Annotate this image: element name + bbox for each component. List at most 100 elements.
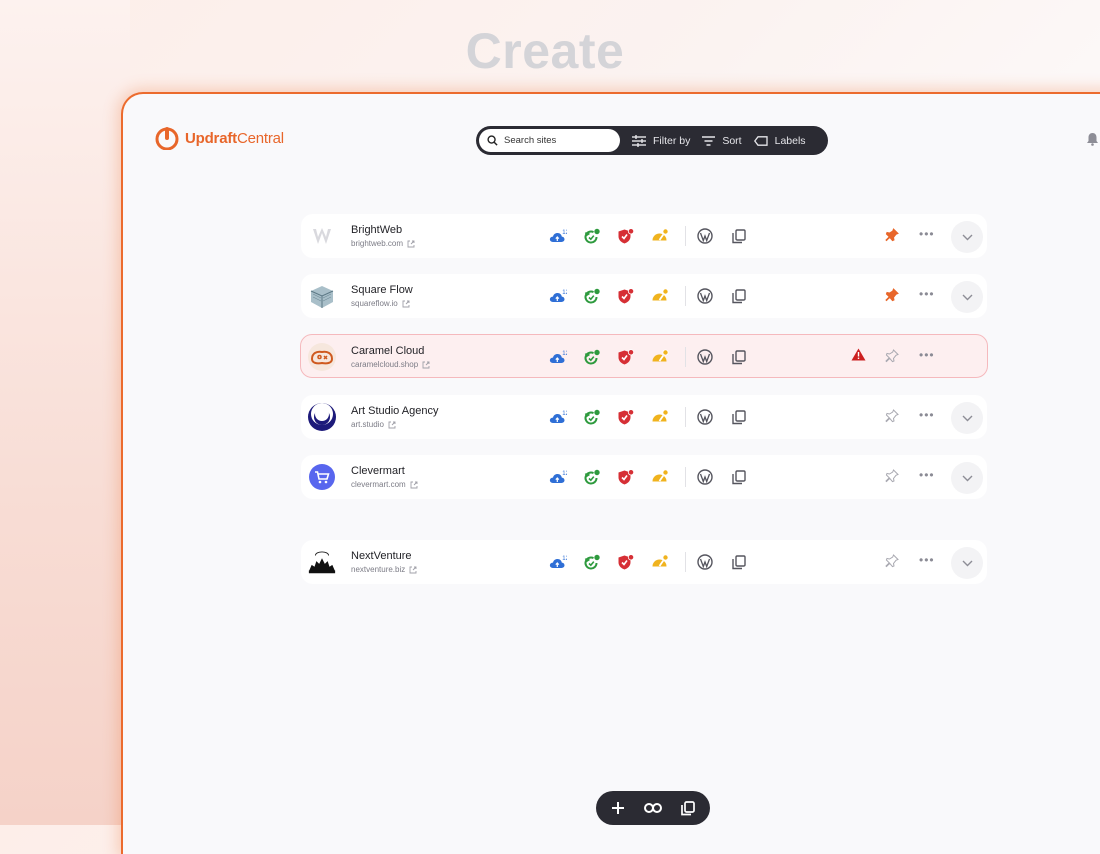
labels-button[interactable]: Labels [753,134,806,147]
more-options-icon[interactable]: ••• [919,287,935,301]
clone-icon[interactable] [728,466,750,488]
wordpress-icon[interactable] [694,225,716,247]
more-options-icon[interactable]: ••• [919,468,935,482]
pin-icon[interactable] [885,228,899,242]
backup-cloud-icon[interactable]: 12 [547,551,569,573]
update-icon[interactable] [581,225,603,247]
site-url[interactable]: caramelcloud.shop [351,360,430,369]
site-url[interactable]: nextventure.biz [351,565,417,574]
more-options-icon[interactable]: ••• [919,348,935,362]
background-panel [0,0,130,825]
backup-cloud-icon[interactable]: 12 [547,225,569,247]
site-url[interactable]: art.studio [351,420,396,429]
more-options-icon[interactable]: ••• [919,408,935,422]
expand-button[interactable] [951,462,983,494]
expand-button[interactable] [951,221,983,253]
expand-button[interactable] [951,281,983,313]
divider [685,347,686,367]
pin-icon[interactable] [885,469,899,483]
backup-cloud-icon[interactable]: 12 [547,346,569,368]
pin-icon[interactable] [885,409,899,423]
site-url[interactable]: brightweb.com [351,239,415,248]
link-icon[interactable] [643,802,662,814]
site-name[interactable]: BrightWeb [351,224,402,236]
filter-label: Filter by [653,134,691,147]
backup-cloud-icon[interactable]: 12 [547,466,569,488]
performance-gauge-icon[interactable] [649,406,671,428]
external-link-icon[interactable] [407,240,415,248]
external-link-icon[interactable] [422,361,430,369]
clone-icon[interactable] [728,285,750,307]
performance-gauge-icon[interactable] [649,285,671,307]
site-name[interactable]: NextVenture [351,550,412,562]
wordpress-icon[interactable] [694,466,716,488]
clone-icon[interactable] [728,225,750,247]
wordpress-icon[interactable] [694,551,716,573]
performance-gauge-icon[interactable] [649,346,671,368]
site-url-text: clevermart.com [351,480,406,489]
wordpress-icon[interactable] [694,406,716,428]
chevron-down-icon [962,560,972,566]
site-logo [307,221,337,251]
site-url[interactable]: squareflow.io [351,299,410,308]
filter-button[interactable]: Filter by [632,134,691,147]
app-logo[interactable]: UpdraftCentral [155,126,284,150]
update-icon[interactable] [581,466,603,488]
wordpress-icon[interactable] [694,285,716,307]
site-row[interactable]: NextVenture nextventure.biz 12 [301,540,987,584]
wordpress-icon[interactable] [694,346,716,368]
performance-gauge-icon[interactable] [649,466,671,488]
clone-icon[interactable] [728,551,750,573]
site-row[interactable]: Caramel Cloud caramelcloud.shop 12 [300,334,988,378]
sort-button[interactable]: Sort [702,135,742,147]
expand-button[interactable] [951,402,983,434]
security-shield-icon[interactable] [615,466,637,488]
svg-text:12: 12 [562,230,567,236]
update-icon[interactable] [581,551,603,573]
pin-icon[interactable] [885,554,899,568]
site-name[interactable]: Caramel Cloud [351,345,424,357]
pin-icon[interactable] [885,349,899,363]
site-url[interactable]: clevermart.com [351,480,418,489]
sort-icon [702,135,716,146]
site-row[interactable]: Art Studio Agency art.studio 12 [301,395,987,439]
labels-label: Labels [774,134,806,147]
performance-gauge-icon[interactable] [649,551,671,573]
external-link-icon[interactable] [388,421,396,429]
site-name[interactable]: Square Flow [351,284,413,296]
clone-icon[interactable] [728,346,750,368]
update-icon[interactable] [581,346,603,368]
site-logo [307,342,337,372]
external-link-icon[interactable] [410,481,418,489]
external-link-icon[interactable] [402,300,410,308]
site-row[interactable]: Square Flow squareflow.io 12 [301,274,987,318]
backup-cloud-icon[interactable]: 12 [547,406,569,428]
security-shield-icon[interactable] [615,346,637,368]
site-name[interactable]: Clevermart [351,465,405,477]
update-icon[interactable] [581,285,603,307]
more-options-icon[interactable]: ••• [919,227,935,241]
security-shield-icon[interactable] [615,285,637,307]
warning-icon[interactable] [851,348,866,361]
update-icon[interactable] [581,406,603,428]
bell-icon[interactable] [1086,132,1099,146]
security-shield-icon[interactable] [615,225,637,247]
site-row[interactable]: BrightWeb brightweb.com 12 [301,214,987,258]
security-shield-icon[interactable] [615,406,637,428]
backup-cloud-icon[interactable]: 12 [547,285,569,307]
site-row[interactable]: Clevermart clevermart.com 12 [301,455,987,499]
svg-text:12: 12 [562,556,567,562]
security-shield-icon[interactable] [615,551,637,573]
chevron-down-icon [962,475,972,481]
performance-gauge-icon[interactable] [649,225,671,247]
sliders-icon [632,134,646,147]
more-options-icon[interactable]: ••• [919,553,935,567]
expand-button[interactable] [951,547,983,579]
add-icon[interactable] [611,801,625,815]
pin-icon[interactable] [885,288,899,302]
site-name[interactable]: Art Studio Agency [351,405,438,417]
external-link-icon[interactable] [409,566,417,574]
clone-icon[interactable] [728,406,750,428]
copy-icon[interactable] [680,800,695,816]
search-input[interactable]: Search sites [479,129,620,152]
